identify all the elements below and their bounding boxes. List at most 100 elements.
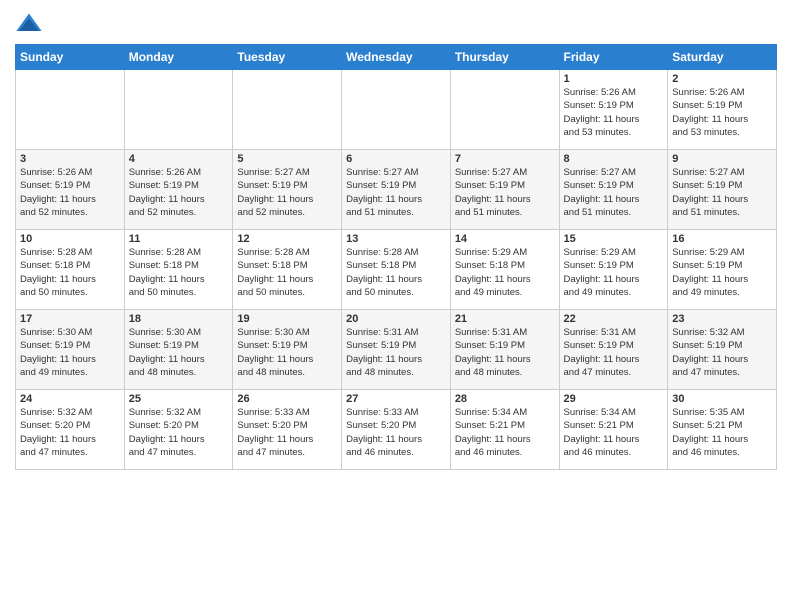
cell-sun-info: Sunrise: 5:31 AMSunset: 5:19 PMDaylight:… [346, 326, 446, 379]
cell-sun-info: Sunrise: 5:30 AMSunset: 5:19 PMDaylight:… [20, 326, 120, 379]
weekday-header-thursday: Thursday [450, 45, 559, 70]
day-number: 27 [346, 393, 446, 405]
day-number: 6 [346, 153, 446, 165]
day-number: 26 [237, 393, 337, 405]
day-number: 24 [20, 393, 120, 405]
calendar-cell: 8Sunrise: 5:27 AMSunset: 5:19 PMDaylight… [559, 150, 668, 230]
calendar-cell: 24Sunrise: 5:32 AMSunset: 5:20 PMDayligh… [16, 390, 125, 470]
day-number: 10 [20, 233, 120, 245]
day-number: 14 [455, 233, 555, 245]
day-number: 30 [672, 393, 772, 405]
day-number: 25 [129, 393, 229, 405]
cell-sun-info: Sunrise: 5:28 AMSunset: 5:18 PMDaylight:… [346, 246, 446, 299]
calendar-cell [16, 70, 125, 150]
day-number: 16 [672, 233, 772, 245]
day-number: 2 [672, 73, 772, 85]
cell-sun-info: Sunrise: 5:34 AMSunset: 5:21 PMDaylight:… [455, 406, 555, 459]
day-number: 15 [564, 233, 664, 245]
calendar-cell: 23Sunrise: 5:32 AMSunset: 5:19 PMDayligh… [668, 310, 777, 390]
cell-sun-info: Sunrise: 5:29 AMSunset: 5:18 PMDaylight:… [455, 246, 555, 299]
cell-sun-info: Sunrise: 5:27 AMSunset: 5:19 PMDaylight:… [564, 166, 664, 219]
day-number: 23 [672, 313, 772, 325]
calendar-cell: 4Sunrise: 5:26 AMSunset: 5:19 PMDaylight… [124, 150, 233, 230]
calendar-week-row: 24Sunrise: 5:32 AMSunset: 5:20 PMDayligh… [16, 390, 777, 470]
cell-sun-info: Sunrise: 5:28 AMSunset: 5:18 PMDaylight:… [237, 246, 337, 299]
calendar-cell: 7Sunrise: 5:27 AMSunset: 5:19 PMDaylight… [450, 150, 559, 230]
cell-sun-info: Sunrise: 5:32 AMSunset: 5:19 PMDaylight:… [672, 326, 772, 379]
calendar-cell: 27Sunrise: 5:33 AMSunset: 5:20 PMDayligh… [342, 390, 451, 470]
calendar-cell: 28Sunrise: 5:34 AMSunset: 5:21 PMDayligh… [450, 390, 559, 470]
calendar-cell: 2Sunrise: 5:26 AMSunset: 5:19 PMDaylight… [668, 70, 777, 150]
cell-sun-info: Sunrise: 5:35 AMSunset: 5:21 PMDaylight:… [672, 406, 772, 459]
calendar-cell: 10Sunrise: 5:28 AMSunset: 5:18 PMDayligh… [16, 230, 125, 310]
calendar-cell: 13Sunrise: 5:28 AMSunset: 5:18 PMDayligh… [342, 230, 451, 310]
calendar-cell [124, 70, 233, 150]
cell-sun-info: Sunrise: 5:32 AMSunset: 5:20 PMDaylight:… [20, 406, 120, 459]
calendar-cell: 26Sunrise: 5:33 AMSunset: 5:20 PMDayligh… [233, 390, 342, 470]
calendar-cell: 9Sunrise: 5:27 AMSunset: 5:19 PMDaylight… [668, 150, 777, 230]
cell-sun-info: Sunrise: 5:26 AMSunset: 5:19 PMDaylight:… [564, 86, 664, 139]
calendar-week-row: 3Sunrise: 5:26 AMSunset: 5:19 PMDaylight… [16, 150, 777, 230]
weekday-header-monday: Monday [124, 45, 233, 70]
day-number: 7 [455, 153, 555, 165]
day-number: 13 [346, 233, 446, 245]
day-number: 28 [455, 393, 555, 405]
calendar-cell: 29Sunrise: 5:34 AMSunset: 5:21 PMDayligh… [559, 390, 668, 470]
day-number: 8 [564, 153, 664, 165]
day-number: 3 [20, 153, 120, 165]
calendar-cell: 1Sunrise: 5:26 AMSunset: 5:19 PMDaylight… [559, 70, 668, 150]
calendar-cell: 11Sunrise: 5:28 AMSunset: 5:18 PMDayligh… [124, 230, 233, 310]
cell-sun-info: Sunrise: 5:30 AMSunset: 5:19 PMDaylight:… [129, 326, 229, 379]
calendar-cell [233, 70, 342, 150]
page-header [15, 10, 777, 38]
calendar-week-row: 1Sunrise: 5:26 AMSunset: 5:19 PMDaylight… [16, 70, 777, 150]
calendar-cell: 30Sunrise: 5:35 AMSunset: 5:21 PMDayligh… [668, 390, 777, 470]
day-number: 4 [129, 153, 229, 165]
day-number: 11 [129, 233, 229, 245]
calendar-cell: 17Sunrise: 5:30 AMSunset: 5:19 PMDayligh… [16, 310, 125, 390]
cell-sun-info: Sunrise: 5:28 AMSunset: 5:18 PMDaylight:… [20, 246, 120, 299]
calendar-week-row: 10Sunrise: 5:28 AMSunset: 5:18 PMDayligh… [16, 230, 777, 310]
cell-sun-info: Sunrise: 5:29 AMSunset: 5:19 PMDaylight:… [564, 246, 664, 299]
weekday-header-sunday: Sunday [16, 45, 125, 70]
cell-sun-info: Sunrise: 5:27 AMSunset: 5:19 PMDaylight:… [346, 166, 446, 219]
cell-sun-info: Sunrise: 5:26 AMSunset: 5:19 PMDaylight:… [129, 166, 229, 219]
cell-sun-info: Sunrise: 5:26 AMSunset: 5:19 PMDaylight:… [672, 86, 772, 139]
cell-sun-info: Sunrise: 5:31 AMSunset: 5:19 PMDaylight:… [455, 326, 555, 379]
calendar-cell: 21Sunrise: 5:31 AMSunset: 5:19 PMDayligh… [450, 310, 559, 390]
calendar-week-row: 17Sunrise: 5:30 AMSunset: 5:19 PMDayligh… [16, 310, 777, 390]
calendar-cell: 14Sunrise: 5:29 AMSunset: 5:18 PMDayligh… [450, 230, 559, 310]
cell-sun-info: Sunrise: 5:28 AMSunset: 5:18 PMDaylight:… [129, 246, 229, 299]
day-number: 22 [564, 313, 664, 325]
calendar-cell: 22Sunrise: 5:31 AMSunset: 5:19 PMDayligh… [559, 310, 668, 390]
day-number: 5 [237, 153, 337, 165]
calendar-cell: 19Sunrise: 5:30 AMSunset: 5:19 PMDayligh… [233, 310, 342, 390]
calendar-cell: 15Sunrise: 5:29 AMSunset: 5:19 PMDayligh… [559, 230, 668, 310]
cell-sun-info: Sunrise: 5:27 AMSunset: 5:19 PMDaylight:… [455, 166, 555, 219]
day-number: 12 [237, 233, 337, 245]
day-number: 1 [564, 73, 664, 85]
cell-sun-info: Sunrise: 5:32 AMSunset: 5:20 PMDaylight:… [129, 406, 229, 459]
calendar-cell: 25Sunrise: 5:32 AMSunset: 5:20 PMDayligh… [124, 390, 233, 470]
calendar-cell: 20Sunrise: 5:31 AMSunset: 5:19 PMDayligh… [342, 310, 451, 390]
calendar-cell: 18Sunrise: 5:30 AMSunset: 5:19 PMDayligh… [124, 310, 233, 390]
calendar-cell: 16Sunrise: 5:29 AMSunset: 5:19 PMDayligh… [668, 230, 777, 310]
cell-sun-info: Sunrise: 5:26 AMSunset: 5:19 PMDaylight:… [20, 166, 120, 219]
cell-sun-info: Sunrise: 5:34 AMSunset: 5:21 PMDaylight:… [564, 406, 664, 459]
day-number: 9 [672, 153, 772, 165]
day-number: 20 [346, 313, 446, 325]
day-number: 17 [20, 313, 120, 325]
day-number: 19 [237, 313, 337, 325]
calendar-cell [450, 70, 559, 150]
weekday-header-friday: Friday [559, 45, 668, 70]
logo [15, 10, 47, 38]
cell-sun-info: Sunrise: 5:31 AMSunset: 5:19 PMDaylight:… [564, 326, 664, 379]
calendar-table: SundayMondayTuesdayWednesdayThursdayFrid… [15, 44, 777, 470]
cell-sun-info: Sunrise: 5:27 AMSunset: 5:19 PMDaylight:… [237, 166, 337, 219]
calendar-cell: 12Sunrise: 5:28 AMSunset: 5:18 PMDayligh… [233, 230, 342, 310]
day-number: 29 [564, 393, 664, 405]
cell-sun-info: Sunrise: 5:33 AMSunset: 5:20 PMDaylight:… [346, 406, 446, 459]
weekday-header-wednesday: Wednesday [342, 45, 451, 70]
weekday-header-tuesday: Tuesday [233, 45, 342, 70]
cell-sun-info: Sunrise: 5:33 AMSunset: 5:20 PMDaylight:… [237, 406, 337, 459]
